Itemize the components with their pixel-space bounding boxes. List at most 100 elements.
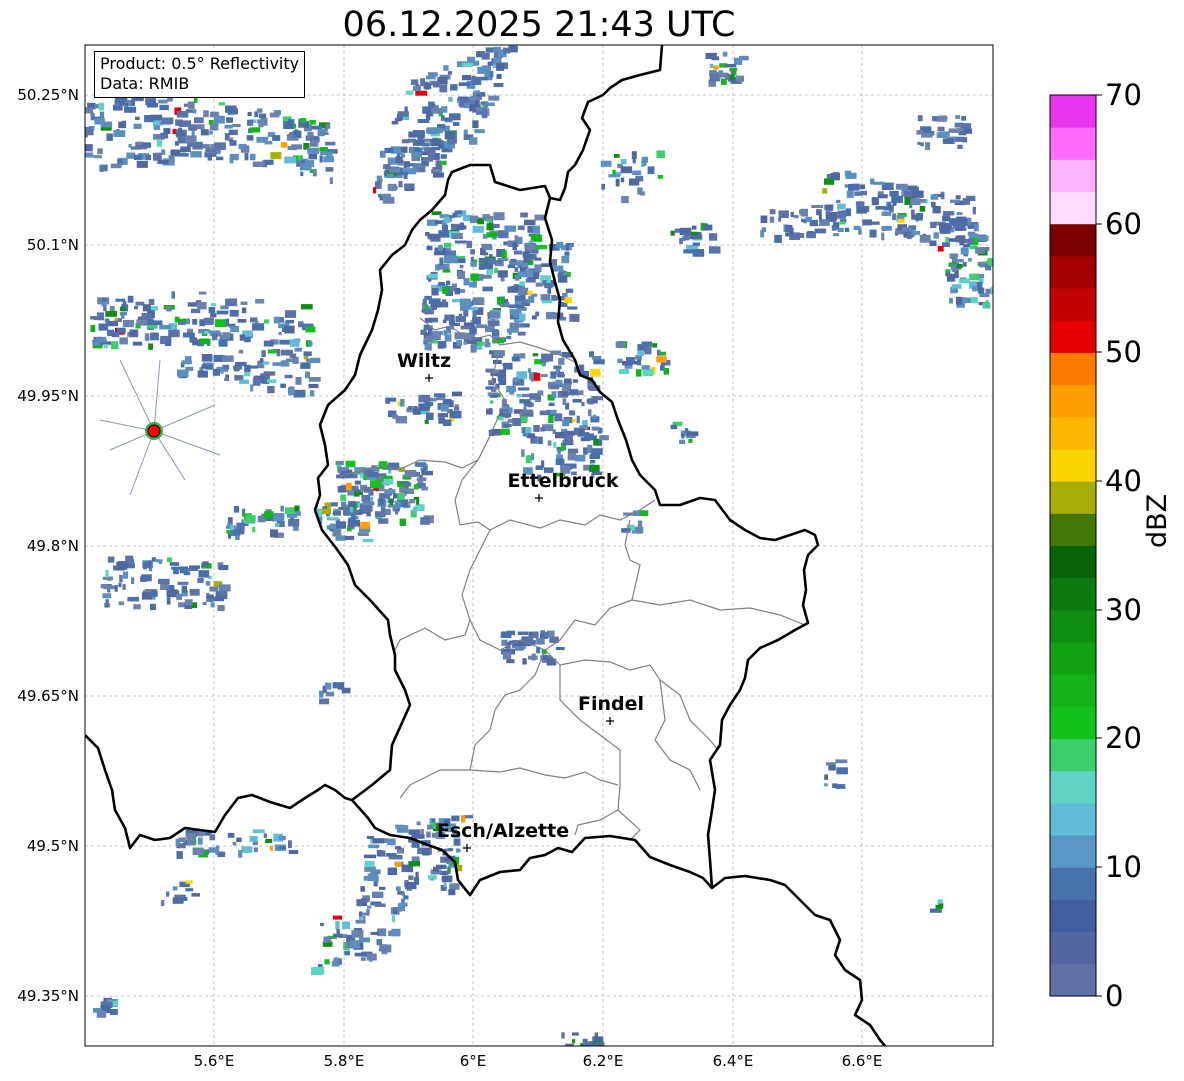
echo-pixel (463, 129, 468, 135)
echo-pixel (938, 903, 944, 908)
colorbar-tick-label: 20 (1105, 721, 1142, 755)
echo-pixel (358, 900, 362, 907)
reflectivity-echoes (85, 45, 993, 1046)
echo-pixel (337, 486, 346, 493)
echo-pixel (535, 282, 543, 287)
echo-pixel (357, 532, 369, 536)
echo-pixel (412, 85, 421, 91)
echo-pixel (481, 52, 490, 60)
echo-pixel (576, 1045, 584, 1046)
echo-pixel (261, 350, 266, 357)
echo-pixel (515, 324, 522, 328)
echo-pixel (288, 840, 292, 849)
echo-pixel (378, 518, 389, 524)
echo-pixel (469, 215, 479, 224)
echo-pixel (825, 212, 838, 220)
echo-pixel (956, 263, 963, 269)
echo-pixel (257, 119, 264, 124)
echo-pixel (481, 243, 492, 248)
echo-pixel (247, 119, 254, 126)
echo-pixel (198, 570, 210, 578)
echo-pixel (691, 225, 697, 230)
echo-pixel (397, 903, 406, 912)
echo-pixel (575, 454, 586, 462)
echo-pixel (220, 305, 229, 310)
echo-pixel (541, 363, 546, 367)
echo-pixel (490, 400, 494, 404)
echo-pixel (567, 306, 578, 310)
echo-pixel (227, 298, 238, 307)
echo-pixel (450, 84, 458, 91)
echo-pixel (793, 215, 799, 219)
echo-pixel (279, 339, 290, 345)
echo-pixel (286, 320, 295, 324)
echo-pixel (614, 154, 620, 158)
echo-pixel (166, 891, 170, 897)
echo-pixel (970, 296, 978, 304)
echo-pixel (153, 125, 160, 130)
echo-pixel (280, 383, 286, 388)
echo-pixel (116, 563, 125, 571)
echo-pixel (865, 206, 870, 212)
echo-pixel (438, 244, 443, 252)
colorbar-tick-label: 0 (1105, 979, 1124, 1013)
echo-pixel (434, 127, 443, 134)
echo-pixel (209, 130, 213, 135)
echo-pixel (382, 197, 395, 204)
echo-pixel (656, 150, 665, 159)
echo-pixel (218, 851, 223, 857)
echo-pixel (210, 313, 217, 318)
echo-pixel (968, 257, 972, 262)
echo-pixel (459, 222, 464, 231)
echo-pixel (426, 245, 433, 251)
echo-pixel (211, 149, 217, 157)
city-label-ettelbruck: Ettelbruck (507, 470, 619, 492)
echo-pixel (520, 416, 528, 423)
echo-pixel (964, 238, 975, 244)
echo-pixel (517, 331, 526, 336)
echo-pixel (403, 161, 410, 168)
echo-pixel (361, 495, 371, 502)
echo-pixel (565, 288, 574, 293)
echo-pixel (189, 588, 200, 596)
echo-pixel (563, 435, 573, 444)
echo-pixel (881, 232, 885, 241)
echo-pixel (191, 893, 200, 897)
echo-pixel (416, 477, 427, 482)
echo-pixel (203, 110, 209, 118)
echo-pixel (769, 216, 775, 223)
city-label-esch-alzette: Esch/Alzette (436, 820, 570, 842)
echo-pixel (470, 306, 479, 311)
echo-pixel (180, 146, 191, 152)
echo-pixel (310, 357, 321, 364)
echo-pixel (126, 152, 136, 159)
echo-pixel (435, 160, 441, 168)
echo-pixel (471, 75, 476, 83)
echo-pixel (657, 174, 663, 179)
echo-pixel (527, 368, 532, 373)
echo-pixel (589, 454, 601, 459)
echo-pixel (384, 489, 396, 494)
echo-pixel (408, 861, 420, 867)
echo-pixel (869, 229, 877, 238)
echo-pixel (621, 196, 629, 204)
echo-pixel (520, 353, 526, 359)
echo-pixel (503, 362, 513, 370)
echo-pixel (937, 126, 945, 132)
echo-pixel (957, 144, 963, 150)
colorbar-segment (1050, 835, 1096, 868)
echo-pixel (632, 361, 638, 365)
echo-pixel (320, 922, 324, 927)
echo-pixel (383, 164, 391, 169)
echo-pixel (187, 837, 195, 846)
echo-pixel (97, 148, 103, 155)
echo-pixel (520, 212, 528, 218)
echo-pixel (177, 153, 189, 157)
echo-pixel (177, 127, 183, 136)
echo-pixel (555, 379, 563, 385)
echo-pixel (429, 397, 437, 402)
echo-pixel (592, 356, 602, 360)
echo-pixel (230, 525, 235, 531)
echo-pixel (487, 258, 496, 265)
echo-pixel (144, 115, 154, 123)
